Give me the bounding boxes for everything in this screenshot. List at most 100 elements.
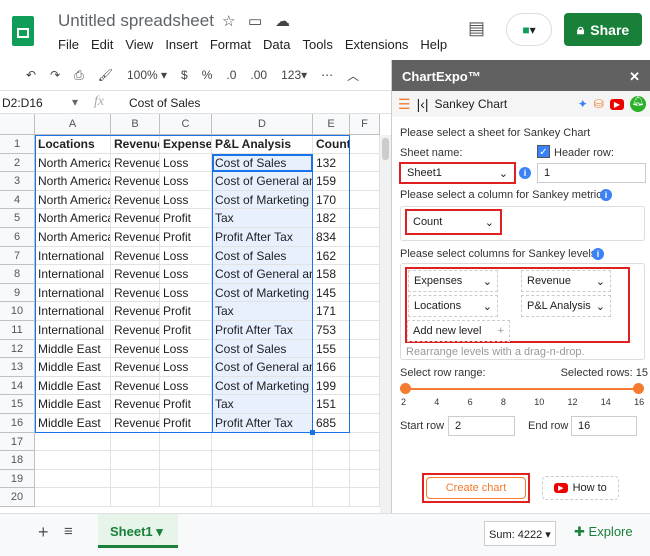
row-header[interactable]: 14 bbox=[0, 376, 35, 396]
menu-view[interactable]: View bbox=[125, 37, 153, 52]
empty-cell[interactable] bbox=[160, 469, 212, 489]
header-row-checkbox[interactable]: ✓ bbox=[537, 145, 550, 158]
hamburger-icon[interactable]: ☰ bbox=[398, 96, 411, 113]
row-header[interactable]: 9 bbox=[0, 283, 35, 303]
add-data-icon[interactable]: ⛁ bbox=[594, 97, 604, 111]
empty-cell[interactable] bbox=[350, 190, 380, 210]
info-icon[interactable]: i bbox=[519, 167, 531, 179]
empty-cell[interactable] bbox=[350, 414, 380, 433]
empty-cell[interactable] bbox=[350, 302, 380, 321]
magic-wand-icon[interactable]: ✦ bbox=[578, 97, 588, 111]
empty-cell[interactable] bbox=[350, 488, 380, 507]
empty-cell[interactable] bbox=[212, 451, 313, 470]
empty-cell[interactable] bbox=[313, 432, 350, 452]
notification-bell-icon[interactable]: 🔔︎ bbox=[630, 96, 646, 112]
increase-decimal-button[interactable]: .00 bbox=[250, 68, 267, 82]
row-header[interactable]: 18 bbox=[0, 451, 35, 470]
percent-button[interactable]: % bbox=[202, 68, 213, 82]
paint-format-icon[interactable]: 🖌︎ bbox=[98, 68, 113, 82]
select-all-corner[interactable] bbox=[0, 114, 35, 135]
empty-cell[interactable] bbox=[313, 469, 350, 489]
level-select[interactable]: Expenses ⌄ bbox=[408, 270, 498, 292]
empty-cell[interactable] bbox=[350, 209, 380, 228]
empty-cell[interactable] bbox=[313, 451, 350, 470]
column-header[interactable]: E bbox=[313, 114, 350, 135]
info-icon[interactable]: i bbox=[600, 189, 612, 201]
row-header[interactable]: 11 bbox=[0, 321, 35, 340]
name-box[interactable]: D2:D16 bbox=[2, 96, 43, 110]
format-select[interactable]: 123▾ bbox=[281, 68, 307, 82]
empty-cell[interactable] bbox=[350, 339, 380, 359]
empty-cell[interactable] bbox=[160, 432, 212, 452]
menu-edit[interactable]: Edit bbox=[91, 37, 113, 52]
move-folder-icon[interactable]: ▭ bbox=[248, 12, 262, 30]
create-chart-button[interactable]: Create chart bbox=[426, 477, 526, 499]
currency-button[interactable]: $ bbox=[181, 68, 188, 82]
row-header[interactable]: 7 bbox=[0, 246, 35, 266]
empty-cell[interactable] bbox=[212, 432, 313, 452]
range-slider-max-handle[interactable] bbox=[633, 383, 644, 394]
empty-cell[interactable] bbox=[111, 451, 160, 470]
empty-cell[interactable] bbox=[350, 153, 380, 173]
row-header[interactable]: 15 bbox=[0, 395, 35, 414]
row-header[interactable]: 3 bbox=[0, 172, 35, 191]
decrease-decimal-button[interactable]: .0 bbox=[226, 68, 236, 82]
scrollbar-thumb[interactable] bbox=[382, 138, 389, 160]
menu-format[interactable]: Format bbox=[210, 37, 251, 52]
empty-cell[interactable] bbox=[350, 135, 380, 154]
sum-indicator[interactable]: Sum: 4222 ▾ bbox=[484, 521, 556, 546]
empty-cell[interactable] bbox=[111, 488, 160, 507]
level-select[interactable]: Locations ⌄ bbox=[408, 295, 498, 317]
empty-cell[interactable] bbox=[350, 395, 380, 414]
column-header[interactable]: B bbox=[111, 114, 160, 135]
end-row-input[interactable]: 16 bbox=[571, 416, 637, 436]
meet-button[interactable]: ■ ▾ bbox=[506, 13, 552, 46]
close-icon[interactable]: ✕ bbox=[629, 69, 640, 85]
menu-tools[interactable]: Tools bbox=[302, 37, 332, 52]
empty-cell[interactable] bbox=[212, 469, 313, 489]
add-sheet-button[interactable]: + bbox=[38, 522, 49, 543]
level-select[interactable]: P&L Analysis ⌄ bbox=[521, 295, 611, 317]
empty-cell[interactable] bbox=[35, 469, 111, 489]
empty-cell[interactable] bbox=[350, 265, 380, 284]
row-header[interactable]: 16 bbox=[0, 414, 35, 433]
column-header[interactable]: F bbox=[350, 114, 380, 135]
row-header[interactable]: 8 bbox=[0, 265, 35, 284]
empty-cell[interactable] bbox=[350, 283, 380, 303]
redo-icon[interactable]: ↷ bbox=[50, 68, 60, 82]
row-header[interactable]: 1 bbox=[0, 135, 35, 154]
column-header[interactable]: C bbox=[160, 114, 212, 135]
empty-cell[interactable] bbox=[35, 488, 111, 507]
empty-cell[interactable] bbox=[111, 432, 160, 452]
menu-file[interactable]: File bbox=[58, 37, 79, 52]
column-header[interactable]: D bbox=[212, 114, 313, 135]
row-header[interactable]: 5 bbox=[0, 209, 35, 228]
more-icon[interactable]: ⋯ bbox=[321, 68, 333, 82]
sheets-logo[interactable] bbox=[12, 16, 34, 46]
vertical-scrollbar[interactable] bbox=[380, 135, 391, 513]
empty-cell[interactable] bbox=[313, 488, 350, 507]
name-box-dropdown-icon[interactable]: ▾ bbox=[72, 95, 78, 109]
star-icon[interactable]: ☆ bbox=[222, 12, 235, 30]
column-header[interactable]: A bbox=[35, 114, 111, 135]
empty-cell[interactable] bbox=[111, 469, 160, 489]
empty-cell[interactable] bbox=[350, 321, 380, 340]
print-icon[interactable]: ⎙ bbox=[74, 68, 84, 83]
empty-cell[interactable] bbox=[350, 376, 380, 396]
row-header[interactable]: 12 bbox=[0, 339, 35, 359]
menu-help[interactable]: Help bbox=[420, 37, 447, 52]
empty-cell[interactable] bbox=[350, 172, 380, 191]
sheet-tab-sheet1[interactable]: Sheet1 ▾ bbox=[98, 514, 178, 548]
header-row-input[interactable]: 1 bbox=[537, 163, 646, 183]
collapse-icon[interactable]: ︿ bbox=[347, 67, 359, 84]
youtube-icon[interactable]: ▶ bbox=[609, 98, 624, 110]
formula-input[interactable]: Cost of Sales bbox=[129, 96, 200, 110]
share-button[interactable]: 🔒︎ Share bbox=[564, 13, 642, 46]
info-icon[interactable]: i bbox=[592, 248, 604, 260]
add-level-button[interactable]: Add new level + bbox=[407, 320, 510, 342]
empty-cell[interactable] bbox=[350, 451, 380, 470]
undo-icon[interactable]: ↶ bbox=[26, 68, 36, 82]
range-slider-min-handle[interactable] bbox=[400, 383, 411, 394]
start-row-input[interactable]: 2 bbox=[448, 416, 515, 436]
empty-cell[interactable] bbox=[212, 488, 313, 507]
